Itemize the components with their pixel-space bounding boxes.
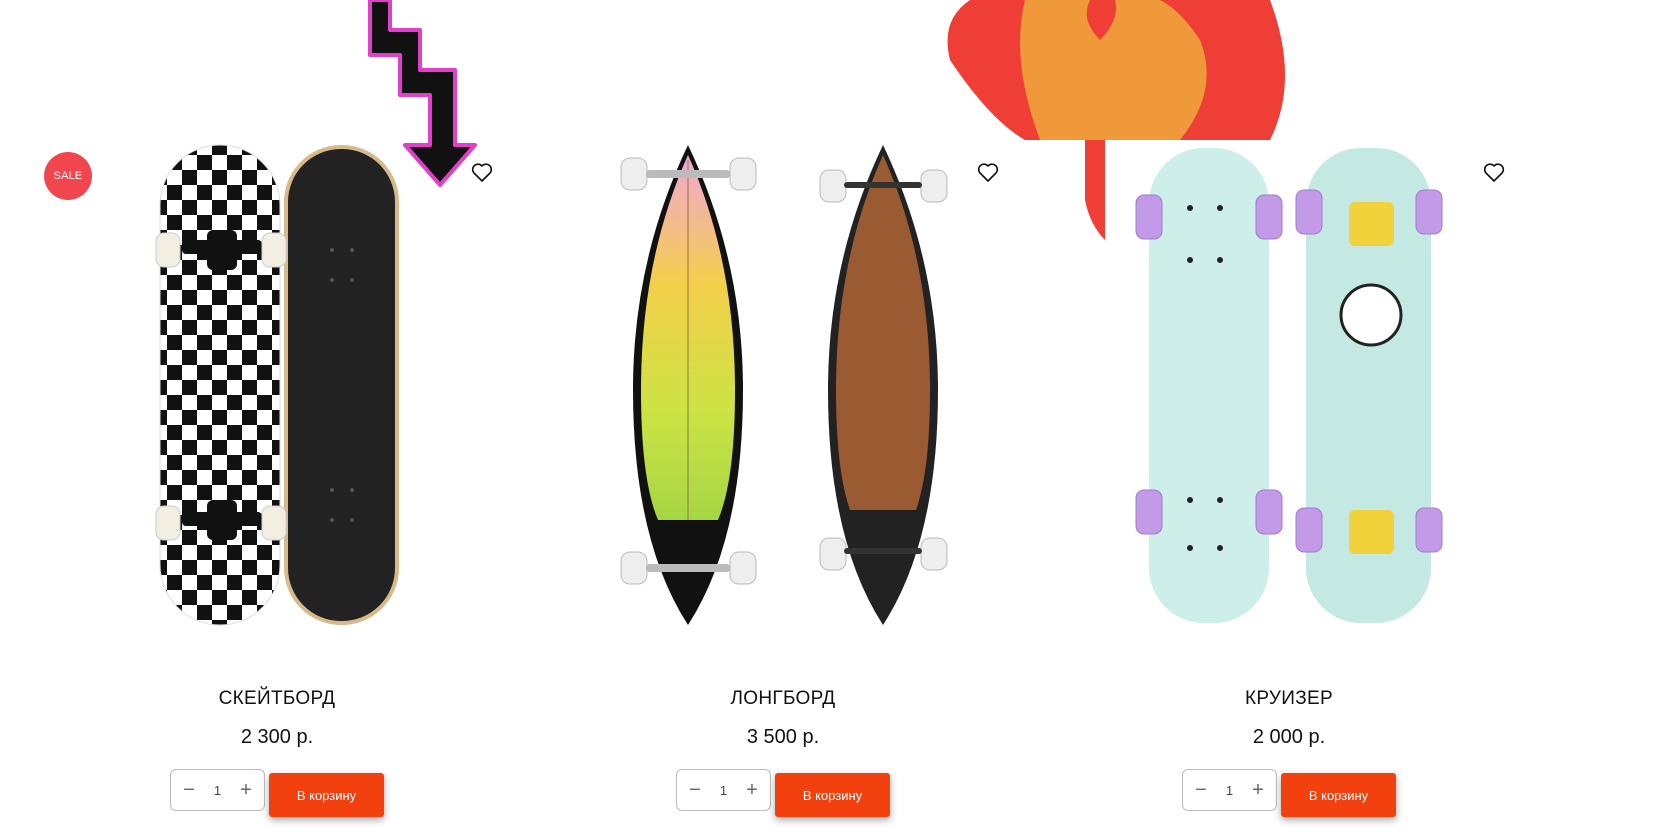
quantity-value[interactable]: 1 — [1226, 783, 1233, 798]
longboard-illustration — [620, 145, 948, 625]
product-card-cruiser: КРУИЗЕР 2 000 р. − 1 + В корзину — [1044, 0, 1534, 827]
product-card-skateboard: SALE СКЕЙТБОРД 2 300 р. − 1 + В корзину — [32, 0, 522, 827]
heart-outline-icon[interactable] — [976, 160, 1000, 184]
quantity-value[interactable]: 1 — [720, 783, 727, 798]
minus-icon[interactable]: − — [177, 778, 201, 802]
product-image-skateboard[interactable]: SALE — [32, 140, 522, 630]
minus-icon[interactable]: − — [683, 778, 707, 802]
add-to-cart-button[interactable]: В корзину — [1281, 773, 1396, 817]
plus-icon[interactable]: + — [1246, 778, 1270, 802]
product-price: 2 300 р. — [240, 726, 314, 748]
add-to-cart-button[interactable]: В корзину — [269, 773, 384, 817]
quantity-stepper: − 1 + — [1182, 769, 1277, 811]
product-price: 2 000 р. — [1252, 726, 1326, 748]
quantity-value[interactable]: 1 — [214, 783, 221, 798]
product-title[interactable]: СКЕЙТБОРД — [32, 688, 522, 710]
plus-icon[interactable]: + — [234, 778, 258, 802]
plus-icon[interactable]: + — [740, 778, 764, 802]
product-title[interactable]: ЛОНГБОРД — [538, 688, 1028, 710]
heart-outline-icon[interactable] — [1482, 160, 1506, 184]
add-to-cart-button[interactable]: В корзину — [775, 773, 890, 817]
product-title[interactable]: КРУИЗЕР — [1044, 688, 1534, 710]
skateboard-illustration — [155, 144, 399, 626]
minus-icon[interactable]: − — [1189, 778, 1213, 802]
product-image-longboard[interactable] — [538, 140, 1028, 630]
heart-outline-icon[interactable] — [470, 160, 494, 184]
product-image-cruiser[interactable] — [1044, 140, 1534, 630]
sale-badge: SALE — [44, 152, 92, 200]
quantity-stepper: − 1 + — [170, 769, 265, 811]
product-price: 3 500 р. — [746, 726, 820, 748]
cruiser-illustration — [1135, 148, 1443, 623]
product-card-longboard: ЛОНГБОРД 3 500 р. − 1 + В корзину — [538, 0, 1028, 827]
quantity-stepper: − 1 + — [676, 769, 771, 811]
